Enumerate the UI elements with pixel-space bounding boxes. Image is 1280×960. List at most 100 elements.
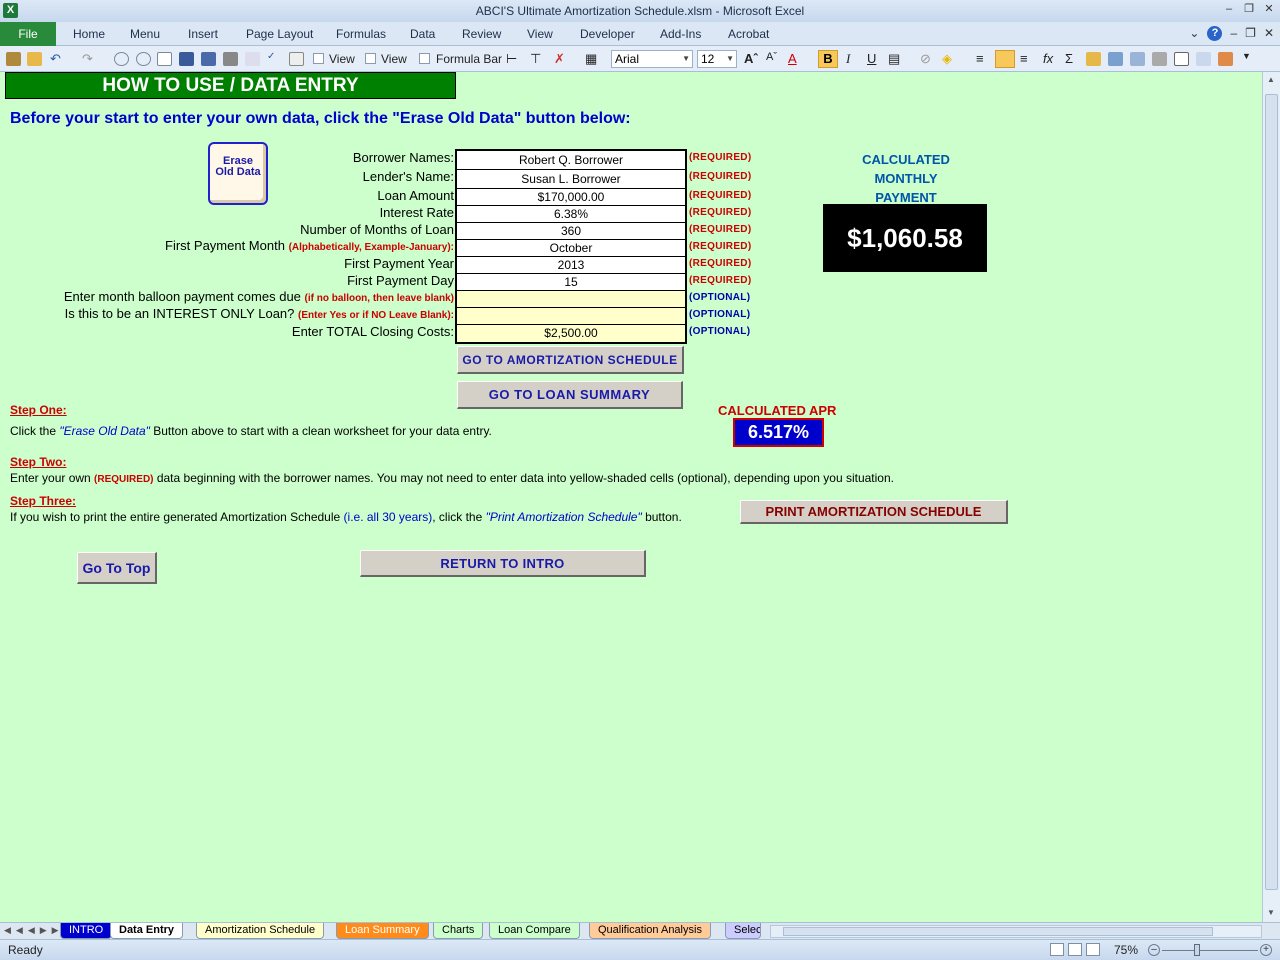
back-icon[interactable] [114, 52, 129, 66]
print-icon[interactable] [223, 52, 238, 66]
ribbon-collapse-icon[interactable]: ⌄ [1189, 26, 1199, 41]
sheet-tab-intro[interactable]: INTRO [60, 923, 113, 939]
underline-icon[interactable]: U [867, 51, 876, 66]
function-icon[interactable]: fx [1043, 51, 1053, 66]
form-control-icon[interactable] [1152, 52, 1167, 66]
tab-insert[interactable]: Insert [188, 27, 218, 41]
font-color-icon[interactable]: A [788, 51, 797, 66]
text-box-icon[interactable]: ▤ [888, 51, 900, 67]
tab-data[interactable]: Data [410, 27, 435, 41]
worksheet[interactable]: HOW TO USE / DATA ENTRY Before your star… [0, 72, 1262, 922]
sheet-tab-qualification-analysis[interactable]: Qualification Analysis [589, 923, 711, 939]
shrink-font-icon[interactable]: Aˇ [766, 51, 777, 63]
cell-months-of-loan[interactable]: 360 [457, 223, 685, 240]
view-checkbox-1[interactable] [313, 53, 324, 64]
cell-lender-name[interactable]: Susan L. Borrower [457, 170, 685, 189]
sheet-nav-arrows-icon[interactable]: ◀◀◀▶▶ [4, 925, 64, 936]
borders-icon[interactable]: ▦ [585, 51, 597, 67]
new-document-icon[interactable] [157, 52, 172, 66]
tab-home[interactable]: Home [73, 27, 105, 41]
tab-menu[interactable]: Menu [130, 27, 160, 41]
scroll-up-icon[interactable]: ▲ [1267, 75, 1275, 84]
minimize-icon[interactable]: – [1222, 2, 1236, 16]
save-as-icon[interactable] [201, 52, 216, 66]
save-icon[interactable] [179, 52, 194, 66]
cell-borrower-names[interactable]: Robert Q. Borrower [457, 151, 685, 170]
restore-icon[interactable]: ❐ [1242, 2, 1256, 16]
lock-icon[interactable] [1086, 52, 1101, 66]
checkbox-control-icon[interactable] [1174, 52, 1189, 66]
cell-closing-costs[interactable]: $2,500.00 [457, 325, 685, 342]
tab-review[interactable]: Review [462, 27, 501, 41]
tab-developer[interactable]: Developer [580, 27, 635, 41]
italic-icon[interactable]: I [846, 51, 850, 67]
zoom-in-icon[interactable]: + [1260, 944, 1272, 956]
grow-font-icon[interactable]: Aˆ [744, 51, 758, 66]
go-to-amortization-button[interactable]: GO TO AMORTIZATION SCHEDULE [457, 346, 684, 374]
chart-insert-icon[interactable] [1218, 52, 1233, 66]
strikethrough-icon[interactable]: ⊘ [920, 51, 931, 67]
font-size-select[interactable]: 12 ▼ [697, 50, 737, 68]
page-break-view-icon[interactable] [1086, 943, 1100, 956]
vertical-scrollbar[interactable]: ▲ ▼ [1262, 72, 1280, 922]
vertical-scroll-thumb[interactable] [1265, 94, 1278, 890]
view-checkbox-2[interactable] [365, 53, 376, 64]
ribbon-close-icon[interactable]: ✕ [1264, 26, 1274, 41]
forward-icon[interactable] [136, 52, 151, 66]
sheet-tab-select[interactable]: Selec [725, 923, 761, 939]
go-to-top-button[interactable]: Go To Top [77, 552, 157, 584]
ribbon-minimize-icon[interactable]: – [1230, 26, 1237, 41]
cell-first-payment-day[interactable]: 15 [457, 274, 685, 291]
sheet-tab-charts[interactable]: Charts [433, 923, 484, 939]
zoom-preview-icon[interactable] [289, 52, 304, 66]
return-to-intro-button[interactable]: RETURN TO INTRO [360, 550, 646, 577]
cell-first-payment-year[interactable]: 2013 [457, 257, 685, 274]
sheet-tab-loan-summary[interactable]: Loan Summary [336, 923, 429, 939]
brush-icon[interactable] [6, 52, 21, 66]
insert-cells-icon[interactable]: ⊤ [530, 51, 541, 67]
align-left-icon[interactable]: ≡ [976, 51, 984, 66]
tab-page-layout[interactable]: Page Layout [246, 27, 313, 41]
cell-first-payment-month[interactable]: October [457, 240, 685, 257]
merge-icon[interactable]: ⊢ [506, 51, 517, 67]
sheet-tab-data-entry[interactable]: Data Entry [110, 923, 184, 939]
grid-icon[interactable] [1130, 52, 1145, 66]
zoom-knob[interactable] [1194, 944, 1200, 956]
close-icon[interactable]: ✕ [1262, 2, 1276, 16]
tab-view[interactable]: View [527, 27, 553, 41]
zoom-level[interactable]: 75% [1114, 943, 1138, 957]
erase-old-data-button[interactable]: Erase Old Data [208, 142, 268, 205]
page-layout-view-icon[interactable] [1068, 943, 1082, 956]
print-amortization-button[interactable]: PRINT AMORTIZATION SCHEDULE [740, 500, 1008, 524]
spelling-icon[interactable]: ✓ [267, 51, 275, 62]
cell-loan-amount[interactable]: $170,000.00 [457, 189, 685, 206]
tab-acrobat[interactable]: Acrobat [728, 27, 769, 41]
sum-icon[interactable]: Σ [1065, 51, 1073, 66]
ribbon-restore-icon[interactable]: ❐ [1245, 26, 1256, 41]
print-preview-icon[interactable] [245, 52, 260, 66]
tab-formulas[interactable]: Formulas [336, 27, 386, 41]
align-center-button[interactable] [995, 50, 1015, 68]
horizontal-scroll-thumb[interactable] [783, 927, 1213, 936]
normal-view-icon[interactable] [1050, 943, 1064, 956]
horizontal-scrollbar[interactable] [770, 925, 1262, 938]
bold-button[interactable]: B [818, 50, 838, 68]
open-folder-icon[interactable] [27, 52, 42, 66]
image-icon[interactable] [1196, 52, 1211, 66]
sheet-tab-amortization-schedule[interactable]: Amortization Schedule [196, 923, 325, 939]
zoom-out-icon[interactable]: – [1148, 944, 1160, 956]
align-right-icon[interactable]: ≡ [1020, 51, 1028, 66]
tab-add-ins[interactable]: Add-Ins [660, 27, 701, 41]
table-icon[interactable] [1108, 52, 1123, 66]
cell-interest-rate[interactable]: 6.38% [457, 206, 685, 223]
help-icon[interactable]: ? [1207, 26, 1223, 41]
toolbar-more-icon[interactable]: ▼ [1242, 51, 1251, 61]
formula-bar-checkbox[interactable] [419, 53, 430, 64]
sheet-tab-loan-compare[interactable]: Loan Compare [489, 923, 580, 939]
delete-cells-icon[interactable]: ✗ [554, 51, 565, 67]
undo-icon[interactable]: ↶ [50, 51, 61, 67]
zoom-slider[interactable]: – + [1148, 944, 1274, 957]
tab-file[interactable]: File [0, 22, 56, 46]
scroll-down-icon[interactable]: ▼ [1267, 908, 1275, 917]
go-to-loan-summary-button[interactable]: GO TO LOAN SUMMARY [457, 381, 683, 409]
